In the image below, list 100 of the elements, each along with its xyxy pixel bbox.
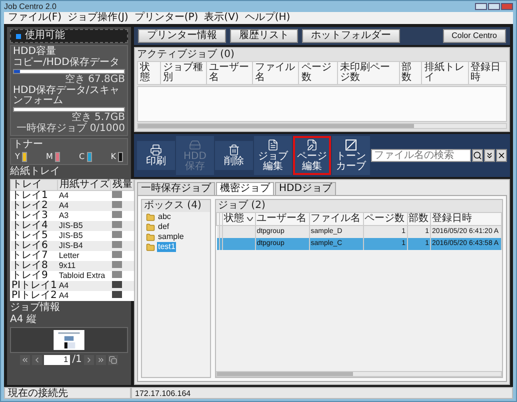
column-header: 未印刷ページ数 [337, 62, 400, 84]
document-pen-icon [306, 139, 318, 151]
toolbar-button[interactable]: ジョブ編集 [254, 136, 292, 175]
column-header[interactable]: ユーザー名 [255, 212, 310, 226]
table-cell: JIS-B5 [58, 221, 111, 231]
tree-item[interactable]: sample [157, 232, 185, 242]
menu-item[interactable]: ファイル(F) [8, 13, 62, 23]
menu-item[interactable]: プリンター(P) [134, 13, 198, 23]
column-header: ユーザー名 [206, 62, 253, 84]
last-page-button[interactable] [96, 355, 106, 365]
table-cell: JIS-B5 [58, 231, 111, 241]
tree-item[interactable]: def [157, 222, 170, 232]
meter-reading: 空き 67.8GB [64, 75, 125, 85]
close-button[interactable] [496, 149, 507, 162]
document-icon [267, 139, 279, 151]
table-cell: A4 [58, 281, 111, 291]
table-cell: Tabloid Extra [58, 271, 111, 281]
table-cell: トレイ3 [10, 211, 58, 221]
top-button[interactable]: プリンター情報 [138, 29, 226, 43]
maximize-button[interactable] [488, 3, 500, 10]
folder-icon [146, 212, 155, 222]
previous-page-button[interactable] [32, 355, 42, 365]
toolbar-button[interactable]: トーンカーブ [332, 136, 370, 175]
tab[interactable]: HDDジョブ [275, 182, 336, 195]
column-header: 用紙サイズ [58, 180, 111, 190]
folder-icon [146, 232, 155, 242]
minimize-button[interactable] [475, 3, 487, 10]
panel-title: アクティブジョブ (0) [137, 50, 236, 60]
column-header[interactable]: 登録日時 [430, 212, 502, 226]
column-header[interactable]: ファイル名 [309, 212, 364, 226]
table-cell: トレイ5 [10, 231, 58, 241]
toner-label: C [79, 152, 85, 162]
close-icon [497, 151, 506, 160]
menu-item[interactable]: ジョブ操作(J) [68, 13, 128, 23]
scrollbar[interactable] [216, 371, 502, 377]
table-cell: トレイ7 [10, 251, 58, 261]
column-header: 残量 [110, 180, 134, 190]
toner-label: K [110, 152, 116, 162]
table-cell: トレイ4 [10, 221, 58, 231]
table-cell: トレイ9 [10, 271, 58, 281]
toolbar-button[interactable]: 印刷 [137, 141, 175, 170]
next-page-button[interactable] [84, 355, 94, 365]
search-button[interactable] [472, 149, 483, 162]
column-header: 登録日時 [468, 62, 506, 84]
folder-icon [146, 222, 155, 232]
level-icon [112, 211, 122, 218]
search-field[interactable]: ファイル名の検索 [371, 149, 471, 162]
table-cell: トレイ1 [10, 190, 58, 201]
table-cell: トレイ6 [10, 241, 58, 251]
column-header: ジョブ種別 [160, 62, 206, 84]
paper-size: A4 縦 [10, 315, 38, 325]
meter-label: コピー/HDD保存データ [13, 58, 120, 68]
group-title: トナー [13, 140, 44, 150]
top-button[interactable]: ホットフォルダー [302, 29, 400, 43]
tab[interactable]: 一時保存ジョブ [137, 182, 215, 195]
printer-icon [150, 144, 162, 156]
level-icon [112, 281, 122, 288]
menu-item[interactable]: 表示(V) [204, 13, 239, 23]
color-centro-button[interactable]: Color Centro [442, 29, 506, 43]
section-title: ジョブ情報 [10, 303, 61, 313]
level-icon [112, 201, 122, 208]
table-cell: JIS-B4 [58, 241, 111, 251]
tree-item[interactable]: abc [157, 212, 172, 222]
column-header[interactable]: 部数 [407, 212, 430, 226]
curve-icon [345, 139, 357, 151]
tab[interactable]: 機密ジョブ [216, 182, 274, 195]
table-cell: 9x11 [58, 261, 111, 271]
pane-header: ジョブ (2) [216, 200, 502, 212]
page-field[interactable]: 1 [44, 355, 70, 365]
status-address: 172.17.106.164 [131, 387, 513, 399]
toner-label: M [46, 152, 53, 162]
meter-label: HDD保存データ/スキャンフォーム [13, 86, 120, 106]
menu-item[interactable]: ヘルプ(H) [244, 13, 290, 23]
double-chevron-down-icon [485, 151, 494, 160]
level-icon [112, 191, 122, 198]
copy-button[interactable] [108, 355, 118, 365]
first-page-button[interactable] [20, 355, 30, 365]
expand-button[interactable] [484, 149, 495, 162]
trash-icon [228, 144, 240, 156]
scrollbar[interactable] [137, 123, 507, 129]
page-total: /1 [72, 355, 82, 365]
table-cell: トレイ2 [10, 201, 58, 211]
copy-icon [108, 356, 117, 364]
table-cell: A4 [58, 201, 111, 211]
section-title: 給紙トレイ [10, 167, 61, 177]
jobs-count: 一時保存ジョブ 0/1000 [16, 124, 125, 134]
toner-label: Y [15, 152, 20, 162]
column-header[interactable]: ページ数 [363, 212, 408, 226]
top-button[interactable]: 履歴リスト [230, 29, 298, 43]
level-icon [112, 251, 122, 258]
toolbar-button[interactable]: 削除 [215, 141, 253, 170]
double-chevron-right-icon [96, 356, 105, 364]
table-cell: A4 [58, 291, 111, 301]
level-icon [112, 261, 122, 268]
table-cell: Letter [58, 251, 111, 261]
column-header[interactable]: 状態 [222, 212, 256, 226]
drive-icon [189, 139, 201, 151]
toolbar-button[interactable]: ページ編集 [293, 136, 331, 175]
page-thumbnail [53, 330, 85, 350]
double-chevron-left-icon [21, 356, 30, 364]
